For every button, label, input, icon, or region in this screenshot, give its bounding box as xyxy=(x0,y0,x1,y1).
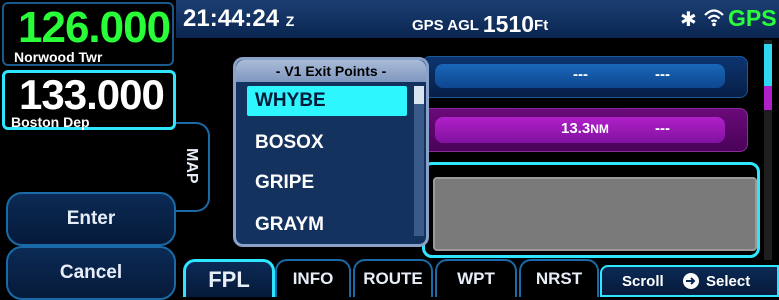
agl-unit: Ft xyxy=(534,17,549,34)
gps-status: GPS xyxy=(728,5,777,31)
panel-scrollbar-marker xyxy=(764,86,772,110)
bluetooth-icon: ✱ xyxy=(680,9,697,31)
agl-value: 1510 xyxy=(482,11,535,37)
tab-info[interactable]: INFO xyxy=(275,259,351,297)
active-frequency-box[interactable]: 126.000 Norwood Twr xyxy=(2,2,174,66)
row3-field xyxy=(433,177,757,251)
scroll-select-hint: Scroll Select xyxy=(600,265,779,297)
waypoint-row-1[interactable]: --- --- xyxy=(422,56,748,98)
active-frequency-name: Norwood Twr xyxy=(14,49,103,65)
standby-frequency: 133.000 xyxy=(19,71,165,118)
row2-distance: 13.3NM xyxy=(561,120,609,137)
map-tab-label: MAP xyxy=(183,148,200,184)
clock: 21:44:24 Z xyxy=(183,5,294,33)
hint-scroll: Scroll xyxy=(622,273,664,290)
popup-scrollbar[interactable] xyxy=(414,86,424,236)
clock-time: 21:44:24 xyxy=(183,5,280,32)
knob-icon xyxy=(683,273,699,289)
enter-button[interactable]: Enter xyxy=(6,192,176,246)
popup-scrollbar-thumb[interactable] xyxy=(414,86,424,104)
tab-fpl[interactable]: FPL xyxy=(183,259,275,297)
popup-item-bosox[interactable]: BOSOX xyxy=(247,128,407,158)
cancel-button[interactable]: Cancel xyxy=(6,246,176,300)
agl-label: GPS AGL xyxy=(412,17,479,34)
standby-frequency-name: Boston Dep xyxy=(11,114,90,130)
active-frequency: 126.000 xyxy=(18,3,171,52)
map-tab[interactable]: MAP xyxy=(176,122,210,212)
tab-nrst[interactable]: NRST xyxy=(519,259,599,297)
tab-route[interactable]: ROUTE xyxy=(353,259,433,297)
tab-wpt[interactable]: WPT xyxy=(435,259,517,297)
popup-item-gripe[interactable]: GRIPE xyxy=(247,168,407,198)
gps-agl: GPS AGL 1510Ft xyxy=(412,9,549,37)
row2-distance-unit: NM xyxy=(590,122,609,136)
waypoint-row-3[interactable] xyxy=(422,162,760,258)
popup-item-whybe[interactable]: WHYBE xyxy=(247,86,407,116)
row2-field2: --- xyxy=(655,120,670,137)
hint-select: Select xyxy=(706,273,751,290)
row2-distance-value: 13.3 xyxy=(561,120,591,137)
row1-field1: --- xyxy=(573,66,588,83)
standby-frequency-box[interactable]: 133.000 Boston Dep xyxy=(2,70,176,130)
waypoint-row-2[interactable]: 13.3NM --- xyxy=(422,108,748,152)
row1-field2: --- xyxy=(655,66,670,83)
wifi-icon xyxy=(704,9,724,27)
popup-title: - V1 Exit Points - xyxy=(236,60,426,82)
popup-item-graym[interactable]: GRAYM xyxy=(247,210,407,240)
clock-zone: Z xyxy=(285,13,295,29)
